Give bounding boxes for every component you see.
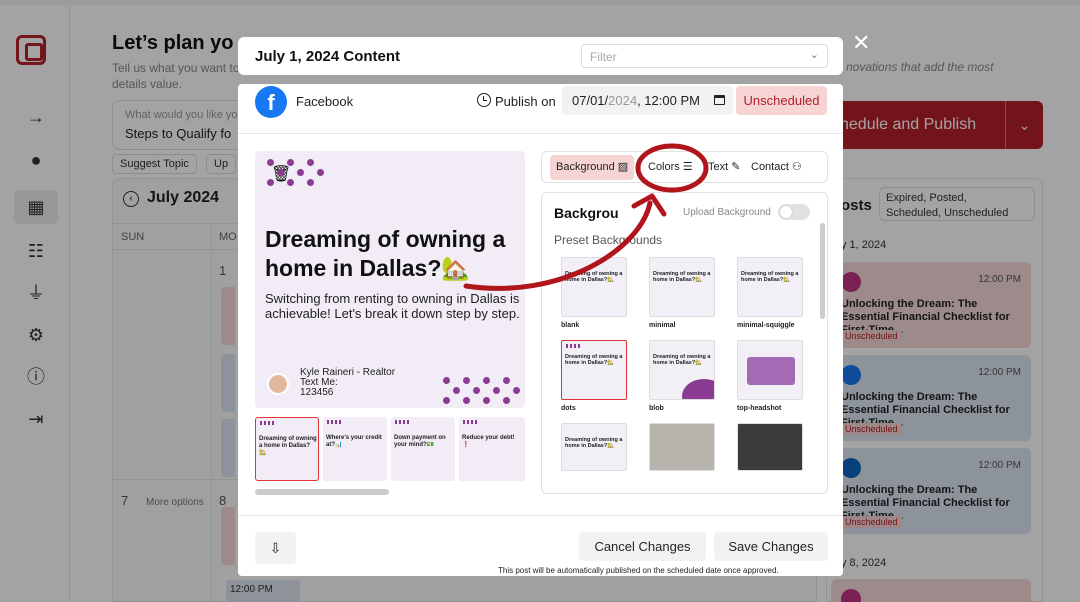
preset-name: minimal-squiggle	[737, 322, 795, 329]
sliders-icon: ☰	[682, 161, 693, 173]
tab-colors[interactable]: Colors ☰	[642, 155, 699, 180]
slide-thumbnail[interactable]: Down payment on your mind?💵	[391, 417, 455, 481]
chevron-down-icon: ⌄	[809, 49, 819, 61]
filter-placeholder: Filter	[590, 50, 617, 64]
person-icon: ⚇	[791, 161, 802, 173]
preset-minimal[interactable]: Dreaming of owning a home in Dallas?🏡	[649, 257, 715, 317]
upload-background-label: Upload Background	[683, 207, 771, 218]
slide-thumbnail[interactable]: Where's your credit at?📊	[323, 417, 387, 481]
pencil-icon: ✎	[731, 161, 741, 173]
thumbnail-title: Reduce your debt!❗	[462, 435, 515, 448]
publish-datetime-input[interactable]: 07/01/2024, 12:00 PM	[562, 86, 733, 115]
headshot-frame	[747, 357, 795, 385]
tab-background[interactable]: Background ▨	[550, 155, 635, 180]
preset-name: minimal	[649, 322, 676, 329]
dot-pattern	[443, 377, 520, 404]
filter-select[interactable]: Filter ⌄	[581, 44, 828, 68]
tile-text: Dreaming of owning a home in Dallas?🏡	[565, 354, 623, 366]
facebook-icon: f	[255, 86, 287, 118]
divider	[238, 133, 843, 134]
image-icon: ▨	[617, 161, 629, 173]
post-preview: 🗑 Dreaming of owning a home in Dallas?🏡 …	[255, 151, 525, 408]
dot-pattern	[267, 159, 324, 186]
modal-header: July 1, 2024 Content Filter ⌄	[238, 37, 843, 75]
tab-label: Background	[556, 161, 615, 173]
modal-body: f Facebook Publish on 07/01/2024, 12:00 …	[238, 84, 843, 576]
dot-pattern	[566, 344, 582, 348]
panel-scrollbar[interactable]	[820, 223, 825, 319]
calendar-icon[interactable]	[714, 95, 725, 105]
slide-thumbnails: Dreaming of owning a home in Dallas?🏡 Wh…	[255, 417, 525, 483]
preview-body: Switching from renting to owning in Dall…	[265, 291, 520, 321]
preset-label: Preset Backgrounds	[554, 233, 663, 247]
upload-background-toggle[interactable]	[778, 204, 810, 220]
tile-text: Dreaming of owning a home in Dallas?🏡	[741, 271, 799, 283]
preset-name: blob	[649, 405, 664, 412]
panel-title: Backgrou	[554, 205, 619, 221]
preview-author: Kyle Raineri - Realtor Text Me: 123456	[300, 368, 395, 398]
tile-text: Dreaming of owning a home in Dallas?🏡	[653, 271, 711, 283]
editor-tabs: Background ▨ Colors ☰ Text ✎ Contact ⚇	[541, 151, 828, 183]
tab-contact[interactable]: Contact ⚇	[745, 155, 808, 180]
thumbnail-title: Dreaming of owning a home in Dallas?🏡	[259, 436, 317, 456]
thumbnails-scrollbar[interactable]	[255, 489, 389, 495]
preview-headline: Dreaming of owning a home in Dallas?🏡	[265, 226, 506, 281]
tile-text: Dreaming of owning a home in Dallas?🏡	[565, 271, 623, 283]
preset-blob[interactable]: Dreaming of owning a home in Dallas?🏡	[649, 340, 715, 400]
save-changes-button[interactable]: Save Changes	[714, 532, 828, 561]
avatar	[267, 373, 289, 395]
publish-note: This post will be automatically publishe…	[498, 566, 779, 575]
date-time: , 12:00 PM	[637, 93, 700, 108]
preset-dots[interactable]: Dreaming of owning a home in Dallas?🏡	[561, 340, 627, 400]
publish-on-label: Publish on	[495, 94, 556, 109]
preset-dark-tile[interactable]	[737, 423, 803, 471]
blob-shape	[682, 379, 714, 399]
dot-pattern	[260, 421, 276, 425]
preset-name: dots	[561, 405, 576, 412]
thumbnail-title: Down payment on your mind?💵	[394, 435, 446, 448]
slide-thumbnail[interactable]: Reduce your debt!❗	[459, 417, 525, 481]
platform-name: Facebook	[296, 94, 354, 109]
preset-blank[interactable]: Dreaming of owning a home in Dallas?🏡	[561, 257, 627, 317]
slide-thumbnail[interactable]: Dreaming of owning a home in Dallas?🏡	[255, 417, 319, 481]
download-button[interactable]: ⇩	[255, 532, 296, 564]
preset-minimal-squiggle[interactable]: Dreaming of owning a home in Dallas?🏡	[737, 257, 803, 317]
modal-title: July 1, 2024 Content	[255, 48, 401, 65]
preset-name: blank	[561, 322, 580, 329]
background-panel: Backgrou Upload Background Preset Backgr…	[541, 192, 828, 494]
thumbnail-title: Where's your credit at?📊	[326, 435, 382, 448]
preset-tile[interactable]: Dreaming of owning a home in Dallas?🏡	[561, 423, 627, 471]
dot-pattern	[327, 420, 343, 424]
preset-photo-tile[interactable]	[649, 423, 715, 471]
date-value: 07/01/	[572, 93, 609, 108]
preset-top-headshot[interactable]	[737, 340, 803, 400]
close-icon[interactable]: ✕	[852, 32, 870, 54]
cancel-changes-button[interactable]: Cancel Changes	[579, 532, 706, 561]
preset-name: top-headshot	[737, 405, 782, 412]
divider	[238, 515, 843, 516]
tab-label: Colors	[648, 161, 680, 173]
dot-pattern	[463, 420, 479, 424]
author-contact: 123456	[300, 387, 334, 398]
tab-label: Contact	[751, 161, 789, 173]
tile-text: Dreaming of owning a home in Dallas?🏡	[653, 354, 711, 366]
status-badge: Unscheduled	[736, 86, 827, 115]
cloud-download-icon: ⇩	[269, 540, 282, 556]
dot-pattern	[395, 420, 411, 424]
tile-text: Dreaming of owning a home in Dallas?🏡	[565, 437, 623, 449]
clock-icon	[477, 93, 491, 107]
date-year: 2024	[608, 93, 638, 108]
tab-text[interactable]: Text ✎	[702, 155, 746, 180]
tab-label: Text	[708, 161, 729, 173]
